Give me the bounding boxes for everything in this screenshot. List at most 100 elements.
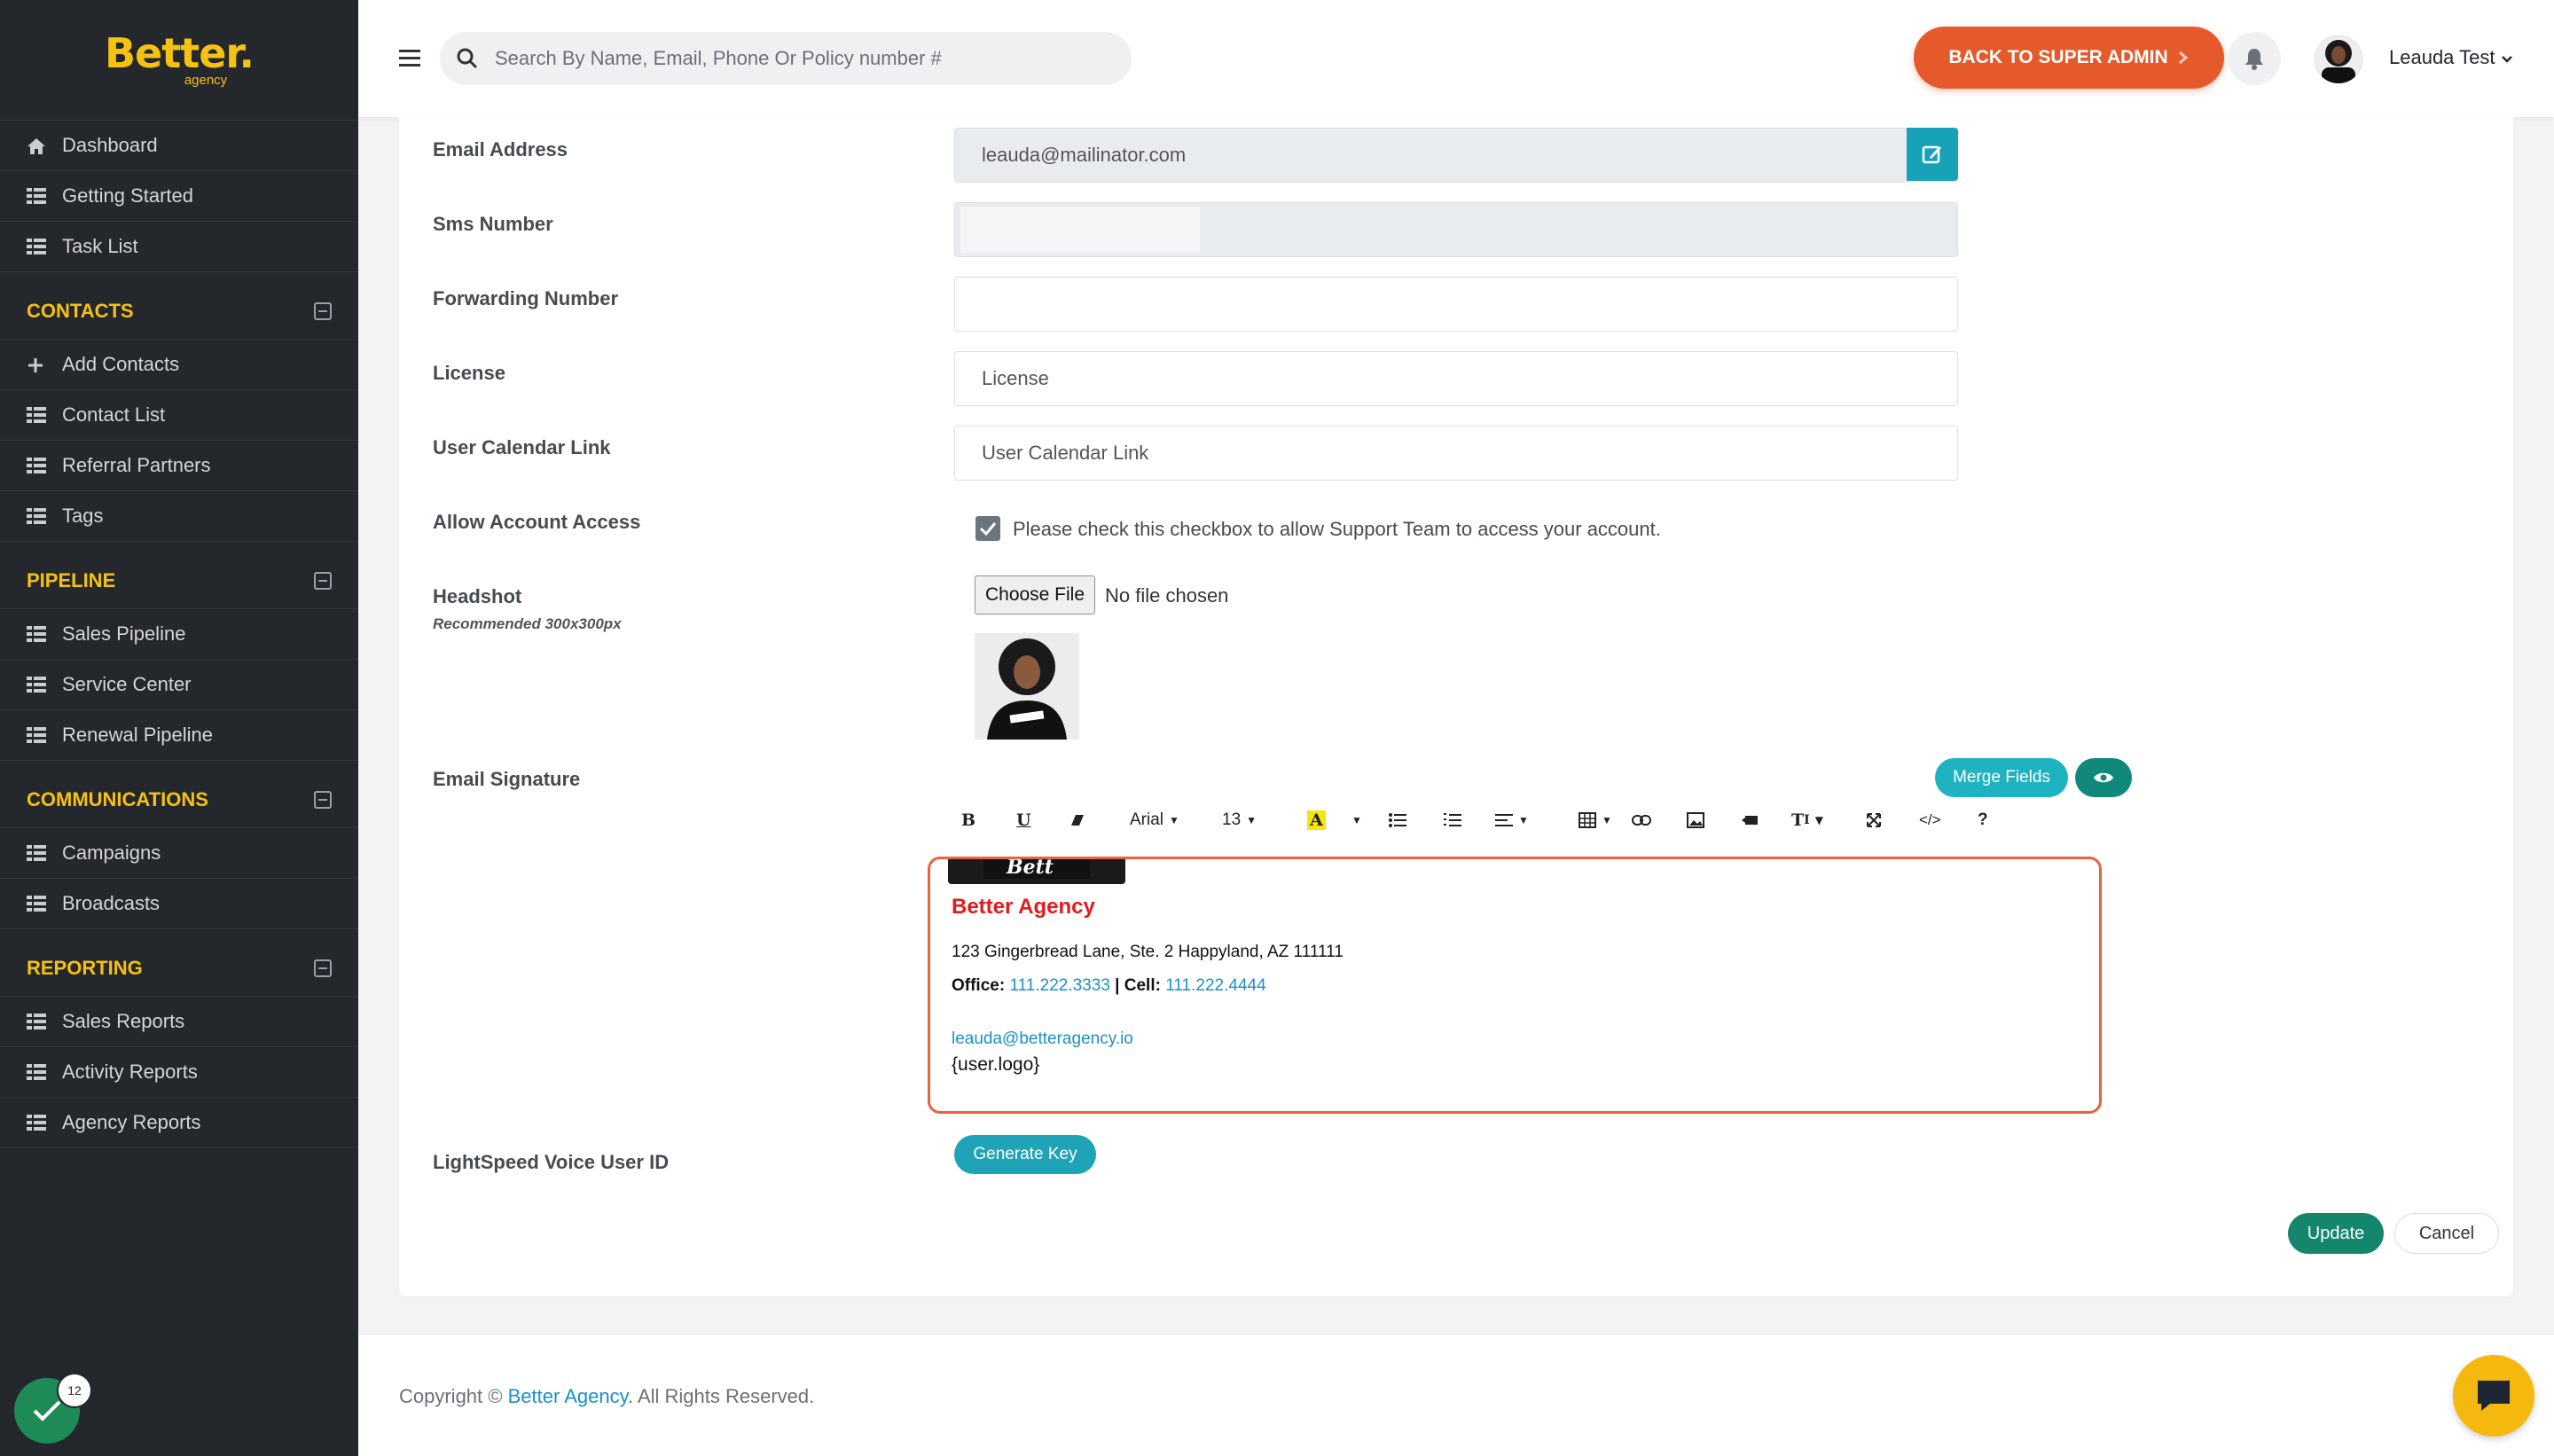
sidebar-item-label: Dashboard [62, 134, 158, 156]
sidebar-item-label: Sales Pipeline [62, 622, 186, 645]
bell-icon [2245, 49, 2263, 70]
collapse-icon[interactable] [314, 790, 332, 809]
video-icon[interactable] [1742, 807, 1759, 834]
edit-email-button[interactable] [1907, 128, 1958, 181]
sidebar-item-sales-reports[interactable]: Sales Reports [0, 997, 358, 1047]
search-icon [457, 48, 478, 69]
allow-access-checkbox[interactable] [975, 516, 1000, 541]
caret-icon: ▼ [1169, 814, 1179, 826]
list-icon [27, 407, 46, 423]
cancel-button[interactable]: Cancel [2394, 1213, 2499, 1254]
fullscreen-icon[interactable] [1866, 807, 1882, 834]
sidebar-item-tags[interactable]: Tags [0, 491, 358, 542]
sidebar-item-label: Contact List [62, 403, 166, 426]
font-family-dropdown[interactable]: Arial ▼ [1130, 807, 1179, 834]
sidebar-item-label: Broadcasts [62, 892, 161, 914]
preview-button[interactable] [2075, 758, 2132, 797]
sidebar-item-service-center[interactable]: Service Center [0, 660, 358, 710]
search-input[interactable]: Search By Name, Email, Phone Or Policy n… [440, 32, 1132, 85]
sidebar-item-activity-reports[interactable]: Activity Reports [0, 1047, 358, 1098]
list-icon [27, 508, 46, 524]
sms-redacted-area [960, 207, 1200, 253]
calendar-label: User Calendar Link [433, 436, 611, 458]
sidebar-item-campaigns[interactable]: Campaigns [0, 828, 358, 879]
section-title: REPORTING [27, 956, 143, 979]
headshot-illustration [975, 633, 1079, 740]
text-color-icon[interactable]: A [1307, 807, 1326, 834]
sms-number-field[interactable] [954, 202, 1958, 257]
agency-link[interactable]: Better Agency [508, 1385, 628, 1407]
color-caret-icon[interactable]: ▼ [1351, 807, 1362, 834]
office-phone-link[interactable]: 111.222.3333 [1009, 976, 1109, 995]
access-checkbox-text: Please check this checkbox to allow Supp… [1013, 518, 1661, 540]
link-icon[interactable] [1632, 807, 1651, 834]
license-label: License [433, 362, 505, 384]
eraser-icon[interactable] [1069, 807, 1085, 834]
table-icon[interactable]: ▼ [1579, 807, 1612, 834]
sidebar-item-sales-pipeline[interactable]: Sales Pipeline [0, 609, 358, 660]
collapse-icon[interactable] [314, 571, 332, 590]
font-size-dropdown[interactable]: 13 ▼ [1222, 807, 1257, 834]
sidebar-item-agency-reports[interactable]: Agency Reports [0, 1098, 358, 1148]
user-menu[interactable]: Leauda Test [2389, 46, 2513, 69]
license-field[interactable]: License [954, 351, 1958, 406]
sidebar-item-add-contacts[interactable]: Add Contacts [0, 340, 358, 390]
sidebar-item-dashboard[interactable]: Dashboard [0, 121, 358, 171]
email-field[interactable]: leauda@mailinator.com [954, 128, 1908, 183]
numbered-list-icon[interactable] [1444, 807, 1461, 834]
font-family-value: Arial [1130, 810, 1164, 829]
top-bar: Search By Name, Email, Phone Or Policy n… [358, 0, 2554, 117]
section-pipeline[interactable]: PIPELINE [0, 552, 358, 609]
chat-button[interactable] [2453, 1355, 2534, 1436]
notifications-button[interactable] [2228, 32, 2281, 85]
image-icon[interactable] [1687, 807, 1704, 834]
sidebar-item-label: Task List [62, 235, 138, 257]
list-icon [27, 239, 46, 254]
editor-toolbar: B U Arial ▼ 13 ▼ A ▼ ▼ ▼ T I ▼ </> ? [935, 800, 2109, 841]
check-icon [33, 1400, 61, 1421]
text-style-dropdown-icon[interactable]: T I ▼ [1791, 807, 1823, 834]
sidebar-item-contact-list[interactable]: Contact List [0, 390, 358, 441]
sidebar-item-label: Referral Partners [62, 454, 211, 476]
choose-file-button[interactable]: Choose File [975, 575, 1095, 614]
cell-phone-link[interactable]: 111.222.4444 [1165, 976, 1265, 995]
brand-logo[interactable]: Better. agency [0, 0, 358, 121]
sidebar-item-broadcasts[interactable]: Broadcasts [0, 879, 358, 929]
signature-editor[interactable]: Bett Better Agency 123 Gingerbread Lane,… [928, 857, 2102, 1114]
sidebar-item-label: Activity Reports [62, 1061, 198, 1083]
signature-address: 123 Gingerbread Lane, Ste. 2 Happyland, … [952, 943, 1344, 961]
forwarding-number-field[interactable] [954, 277, 1958, 332]
signature-image: Bett [948, 857, 1125, 884]
collapse-icon[interactable] [314, 959, 332, 977]
collapse-icon[interactable] [314, 301, 332, 320]
sidebar-item-getting-started[interactable]: Getting Started [0, 171, 358, 222]
back-to-super-admin-button[interactable]: BACK TO SUPER ADMIN [1914, 27, 2224, 89]
merge-fields-button[interactable]: Merge Fields [1935, 758, 2068, 797]
generate-key-button[interactable]: Generate Key [954, 1135, 1096, 1174]
office-label: Office [952, 976, 999, 995]
signature-email-link[interactable]: leauda@betteragency.io [952, 1029, 1133, 1049]
signature-label: Email Signature [433, 768, 581, 790]
headshot-image [975, 633, 1079, 740]
bold-icon[interactable]: B [961, 807, 975, 834]
sidebar-item-referral-partners[interactable]: Referral Partners [0, 441, 358, 491]
underline-icon[interactable]: U [1016, 807, 1031, 834]
checklist-count-badge: 12 [57, 1373, 92, 1408]
sidebar-item-task-list[interactable]: Task List [0, 222, 358, 272]
align-dropdown-icon[interactable]: ▼ [1495, 807, 1529, 834]
update-button[interactable]: Update [2288, 1213, 2384, 1254]
bullet-list-icon[interactable] [1389, 807, 1406, 834]
calendar-link-field[interactable]: User Calendar Link [954, 426, 1958, 481]
section-contacts[interactable]: CONTACTS [0, 283, 358, 340]
brand-sub: agency [184, 73, 228, 88]
section-communications[interactable]: COMMUNICATIONS [0, 771, 358, 828]
svg-text:Bett: Bett [1006, 857, 1054, 879]
user-avatar[interactable] [2315, 35, 2362, 83]
help-icon[interactable]: ? [1978, 807, 1988, 834]
code-view-icon[interactable]: </> [1919, 807, 1941, 834]
section-reporting[interactable]: REPORTING [0, 940, 358, 997]
sidebar-item-label: Add Contacts [62, 353, 180, 375]
menu-icon[interactable] [399, 50, 420, 67]
caret-icon: ▼ [1246, 814, 1257, 826]
sidebar-item-renewal-pipeline[interactable]: Renewal Pipeline [0, 710, 358, 761]
